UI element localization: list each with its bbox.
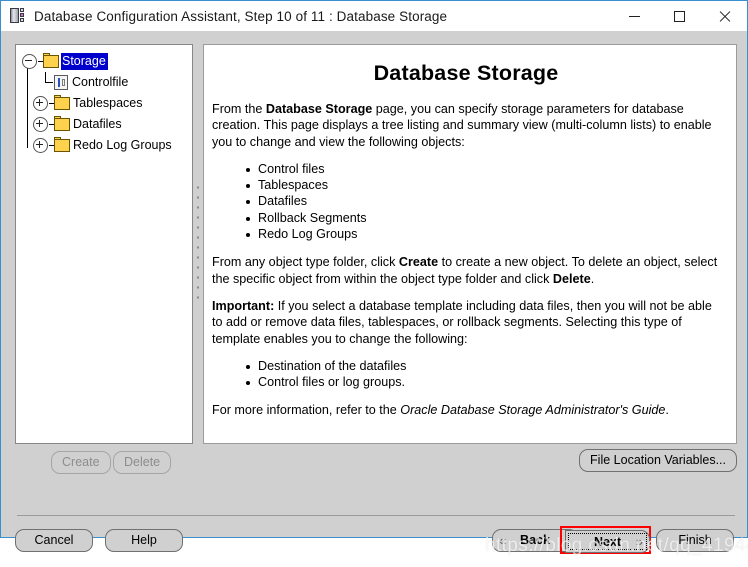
create-delete-paragraph: From any object type folder, click Creat… [212,254,720,287]
folder-icon [54,137,70,152]
minimize-button[interactable] [612,1,657,31]
more-info-paragraph: For more information, refer to the Oracl… [212,402,720,418]
file-location-variables-button[interactable]: File Location Variables... [579,449,737,472]
close-button[interactable] [702,1,747,31]
collapse-toggle-icon[interactable] [22,54,37,69]
help-content-pane: Database Storage From the Database Stora… [203,44,737,444]
folder-icon [43,53,59,68]
dialog-window: Database Configuration Assistant, Step 1… [0,0,748,556]
split-panes: Storage Controlfile Tablespaces Datafile… [15,44,737,444]
cd-text-c: . [590,271,595,286]
pane-splitter[interactable] [193,44,203,444]
tree-item-label: Datafiles [73,117,122,131]
expand-toggle-icon[interactable] [33,138,48,153]
title-bar: Database Configuration Assistant, Step 1… [1,1,747,31]
finish-button[interactable]: Finish [656,529,734,552]
expand-toggle-icon[interactable] [33,96,48,111]
list-item: Datafiles [246,193,720,209]
dialog-body: Storage Controlfile Tablespaces Datafile… [1,31,748,556]
intro-text-pre: From the [212,102,266,116]
expand-toggle-icon[interactable] [33,117,48,132]
window-title: Database Configuration Assistant, Step 1… [34,8,448,24]
tree-item-datafiles[interactable]: Datafiles [22,114,192,135]
next-label: Next [593,534,622,549]
footer-divider [17,515,735,516]
next-button[interactable]: Next » [565,530,650,553]
object-actions-row: Create Delete File Location Variables... [15,449,737,479]
folder-icon [54,95,70,110]
cancel-button[interactable]: Cancel [15,529,93,552]
list-item: Rollback Segments [246,210,720,226]
controlfile-icon [54,75,68,90]
folder-icon [54,116,70,131]
tree-item-tablespaces[interactable]: Tablespaces [22,93,192,114]
tree-item-controlfile[interactable]: Controlfile [22,72,192,93]
next-button-focus-ring: Next » [560,526,651,554]
window-controls [612,1,747,31]
object-type-list: Control files Tablespaces Datafiles Roll… [212,161,720,242]
important-label: Important: [212,298,275,313]
back-label: Back [520,533,550,547]
moreinfo-post: . [665,403,669,418]
list-item: Redo Log Groups [246,226,720,242]
help-button[interactable]: Help [105,529,183,552]
database-icon [9,7,27,25]
chevron-left-icon: « [499,533,507,548]
maximize-icon [674,10,685,22]
storage-tree: Storage Controlfile Tablespaces Datafile… [16,45,192,156]
storage-tree-pane[interactable]: Storage Controlfile Tablespaces Datafile… [15,44,193,444]
moreinfo-pre: For more information, refer to the [212,403,401,418]
guide-title: Oracle Database Storage Administrator's … [400,403,666,418]
list-item: Control files [246,161,720,177]
create-button[interactable]: Create [51,451,111,474]
tree-item-storage[interactable]: Storage [22,51,192,72]
tree-item-label: Redo Log Groups [73,138,172,152]
close-icon [718,10,731,23]
intro-paragraph: From the Database Storage page, you can … [212,101,720,150]
tree-item-redo-log-groups[interactable]: Redo Log Groups [22,135,192,156]
minimize-icon [629,15,640,17]
list-item: Control files or log groups. [246,374,720,390]
list-item: Tablespaces [246,177,720,193]
cd-bold-create: Create [398,255,439,270]
changeable-items-list: Destination of the datafiles Control fil… [212,358,720,391]
list-item: Destination of the datafiles [246,358,720,374]
important-paragraph: Important: If you select a database temp… [212,298,720,347]
tree-connector [40,72,54,93]
maximize-button[interactable] [657,1,702,31]
splitter-grip [197,186,199,302]
cd-bold-delete: Delete [552,271,591,286]
page-title: Database Storage [373,61,559,85]
intro-text-bold: Database Storage [265,102,373,116]
tree-item-label: Tablespaces [73,96,143,110]
delete-button[interactable]: Delete [113,451,172,474]
important-text: If you select a database template includ… [212,298,712,346]
chevron-right-icon: » [635,534,643,549]
tree-item-label: Storage [61,53,108,70]
cd-text-a: From any object type folder, click [212,255,399,270]
tree-item-label: Controlfile [72,75,129,89]
